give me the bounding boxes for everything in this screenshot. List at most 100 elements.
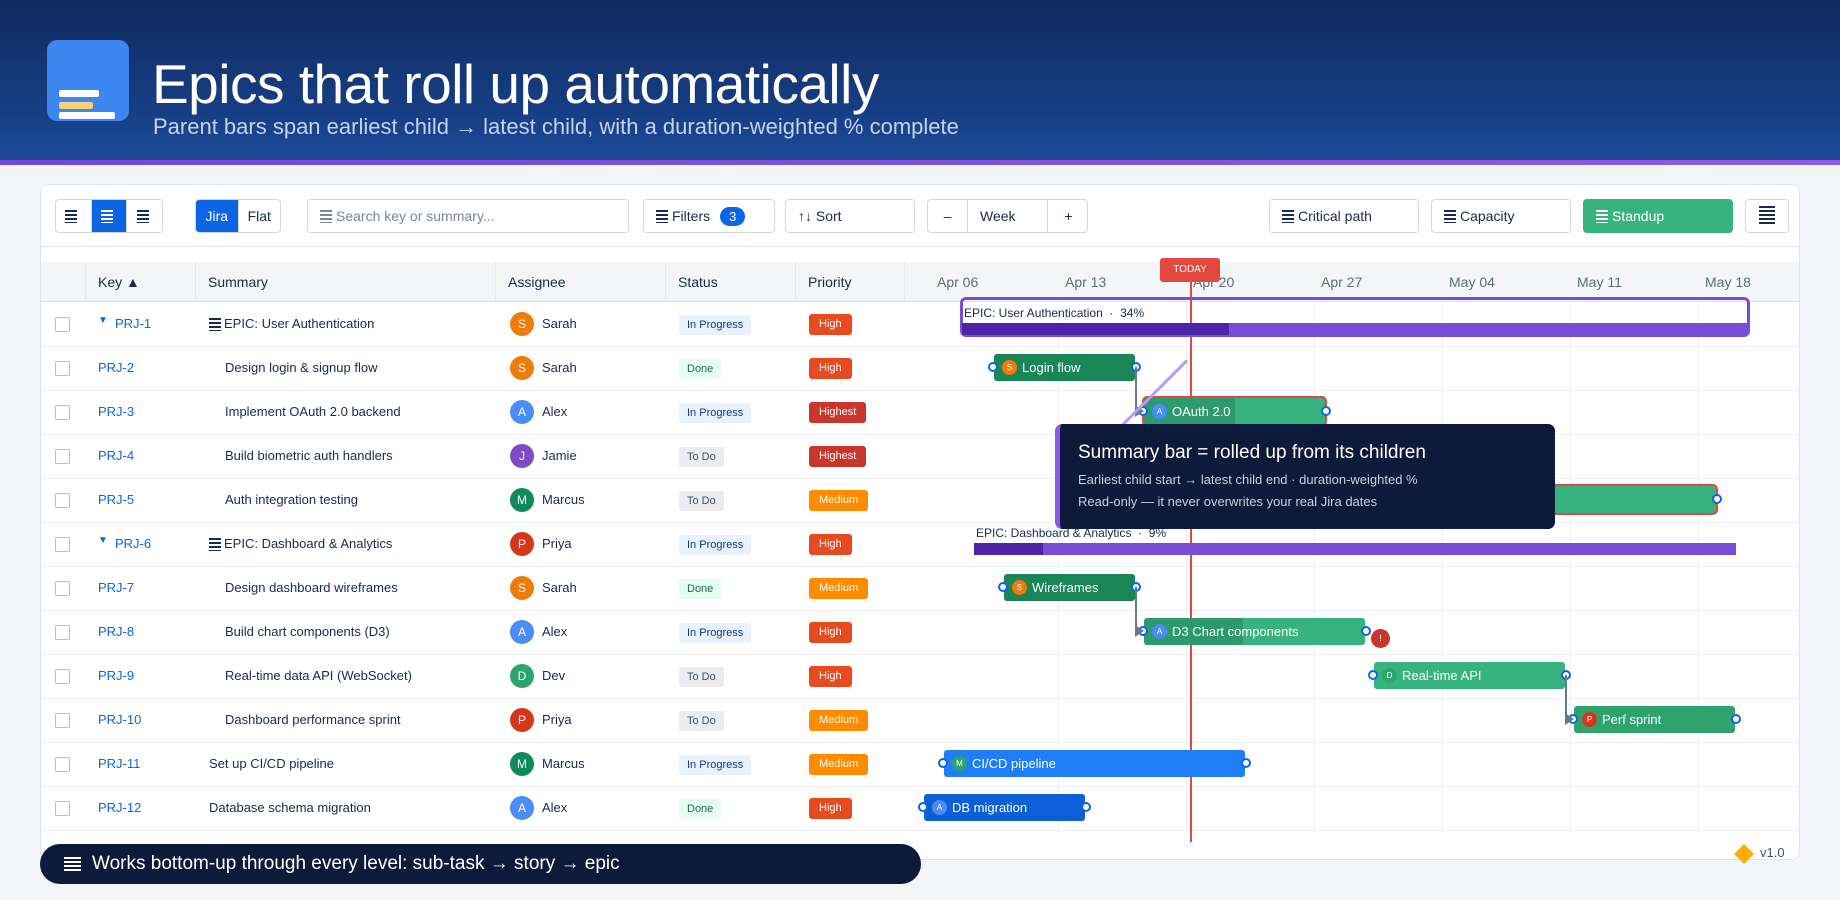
issue-key[interactable]: PRJ-2: [98, 360, 134, 375]
table-row[interactable]: PRJ-8 Build chart components (D3) A Alex…: [41, 611, 1799, 655]
status-badge[interactable]: To Do: [679, 491, 724, 511]
list-icon[interactable]: [127, 200, 162, 232]
row-checkbox[interactable]: [55, 361, 70, 376]
table-row[interactable]: PRJ-2 Design login & signup flow S Sarah…: [41, 347, 1799, 391]
row-checkbox[interactable]: [55, 625, 70, 640]
list-icon[interactable]: [56, 200, 92, 232]
status-badge[interactable]: In Progress: [679, 755, 752, 775]
status-badge[interactable]: Done: [679, 799, 722, 819]
hero-subtitle: Parent bars span earliest child → latest…: [153, 114, 959, 139]
sort-button[interactable]: ↑↓ Sort: [785, 199, 915, 233]
view-toggle: [55, 199, 163, 233]
issue-summary: Database schema migration: [209, 800, 371, 815]
priority-badge[interactable]: High: [809, 314, 852, 335]
status-column-header[interactable]: Status: [666, 262, 796, 302]
row-checkbox[interactable]: [55, 801, 70, 816]
status-badge[interactable]: In Progress: [679, 403, 752, 423]
capacity-button[interactable]: Capacity: [1431, 199, 1571, 233]
priority-badge[interactable]: Medium: [809, 754, 869, 775]
issue-key[interactable]: PRJ-7: [98, 580, 134, 595]
issue-key[interactable]: PRJ-1: [115, 316, 151, 331]
priority-badge[interactable]: Highest: [809, 402, 867, 423]
row-checkbox[interactable]: [55, 581, 70, 596]
row-checkbox[interactable]: [55, 669, 70, 684]
issue-summary: Design dashboard wireframes: [225, 580, 398, 595]
assignee-column-header[interactable]: Assignee: [496, 262, 666, 302]
row-checkbox[interactable]: [55, 405, 70, 420]
table-row[interactable]: PRJ-9 Real-time data API (WebSocket) D D…: [41, 655, 1799, 699]
issue-key[interactable]: PRJ-11: [98, 756, 140, 771]
issue-key[interactable]: PRJ-4: [98, 448, 134, 463]
status-badge[interactable]: To Do: [679, 447, 724, 467]
filter-icon: [656, 209, 668, 223]
status-badge[interactable]: Done: [679, 579, 722, 599]
zoom-in-button[interactable]: +: [1048, 200, 1087, 232]
week-label: May 04: [1449, 274, 1495, 290]
chevron-down-icon[interactable]: ▼: [98, 315, 108, 326]
standup-icon: [1596, 209, 1608, 223]
table-row[interactable]: PRJ-7 Design dashboard wireframes S Sara…: [41, 567, 1799, 611]
priority-badge[interactable]: Medium: [809, 490, 869, 511]
chevron-down-icon[interactable]: ▼: [98, 535, 108, 546]
avatar: D: [510, 664, 534, 688]
priority-badge[interactable]: High: [809, 358, 852, 379]
priority-badge[interactable]: Highest: [809, 446, 867, 467]
issue-key[interactable]: PRJ-5: [98, 492, 134, 507]
footer-pill: Works bottom-up through every level: sub…: [40, 844, 921, 884]
priority-badge[interactable]: Medium: [809, 578, 869, 599]
row-checkbox[interactable]: [55, 713, 70, 728]
critical-path-button[interactable]: Critical path: [1269, 199, 1419, 233]
priority-badge[interactable]: High: [809, 798, 852, 819]
priority-column-header[interactable]: Priority: [796, 262, 905, 302]
avatar: P: [510, 532, 534, 556]
table-row[interactable]: PRJ-12 Database schema migration A Alex …: [41, 787, 1799, 831]
table-row[interactable]: PRJ-11 Set up CI/CD pipeline M Marcus In…: [41, 743, 1799, 787]
standup-button[interactable]: Standup: [1583, 199, 1733, 233]
status-badge[interactable]: Done: [679, 359, 722, 379]
status-badge[interactable]: In Progress: [679, 535, 752, 555]
filters-count-badge: 3: [720, 206, 746, 226]
assignee-name: Priya: [542, 712, 572, 727]
tooltip-line-1: Earliest child start → latest child end …: [1078, 472, 1418, 487]
row-checkbox[interactable]: [55, 537, 70, 552]
mode-jira-button[interactable]: Jira: [196, 200, 239, 232]
priority-badge[interactable]: Medium: [809, 710, 869, 731]
key-column-header[interactable]: Key ▲: [86, 262, 196, 302]
table-row[interactable]: ▼ PRJ-1 EPIC: User Authentication S Sara…: [41, 303, 1799, 347]
issue-key[interactable]: PRJ-10: [98, 712, 141, 727]
capacity-label: Capacity: [1460, 208, 1515, 224]
status-badge[interactable]: To Do: [679, 667, 724, 687]
summary-column-header[interactable]: Summary: [196, 262, 496, 302]
priority-badge[interactable]: High: [809, 534, 852, 555]
search-input[interactable]: Search key or summary...: [307, 199, 629, 233]
priority-badge[interactable]: High: [809, 622, 852, 643]
hero-title: Epics that roll up automatically: [152, 53, 879, 115]
issue-key[interactable]: PRJ-9: [98, 668, 134, 683]
row-checkbox[interactable]: [55, 449, 70, 464]
row-checkbox[interactable]: [55, 493, 70, 508]
zoom-out-button[interactable]: –: [928, 200, 968, 232]
priority-badge[interactable]: High: [809, 666, 852, 687]
zoom-level[interactable]: Week: [968, 200, 1048, 232]
assignee-name: Sarah: [542, 316, 577, 331]
status-badge[interactable]: In Progress: [679, 623, 752, 643]
search-placeholder: Search key or summary...: [336, 208, 495, 224]
week-label: Apr 13: [1065, 274, 1107, 290]
status-badge[interactable]: In Progress: [679, 315, 752, 335]
status-badge[interactable]: To Do: [679, 711, 724, 731]
filters-button[interactable]: Filters 3: [643, 199, 775, 233]
row-checkbox[interactable]: [55, 757, 70, 772]
issue-key[interactable]: PRJ-6: [115, 536, 151, 551]
issue-key[interactable]: PRJ-8: [98, 624, 134, 639]
table-row[interactable]: ▼ PRJ-6 EPIC: Dashboard & Analytics P Pr…: [41, 523, 1799, 567]
mode-flat-button[interactable]: Flat: [239, 200, 281, 232]
week-label: Apr 06: [937, 274, 979, 290]
menu-button[interactable]: [1745, 199, 1789, 233]
issue-key[interactable]: PRJ-3: [98, 404, 134, 419]
avatar: S: [510, 576, 534, 600]
table-row[interactable]: PRJ-10 Dashboard performance sprint P Pr…: [41, 699, 1799, 743]
issue-key[interactable]: PRJ-12: [98, 800, 141, 815]
avatar: S: [510, 312, 534, 336]
row-checkbox[interactable]: [55, 317, 70, 332]
list-icon[interactable]: [91, 200, 128, 232]
